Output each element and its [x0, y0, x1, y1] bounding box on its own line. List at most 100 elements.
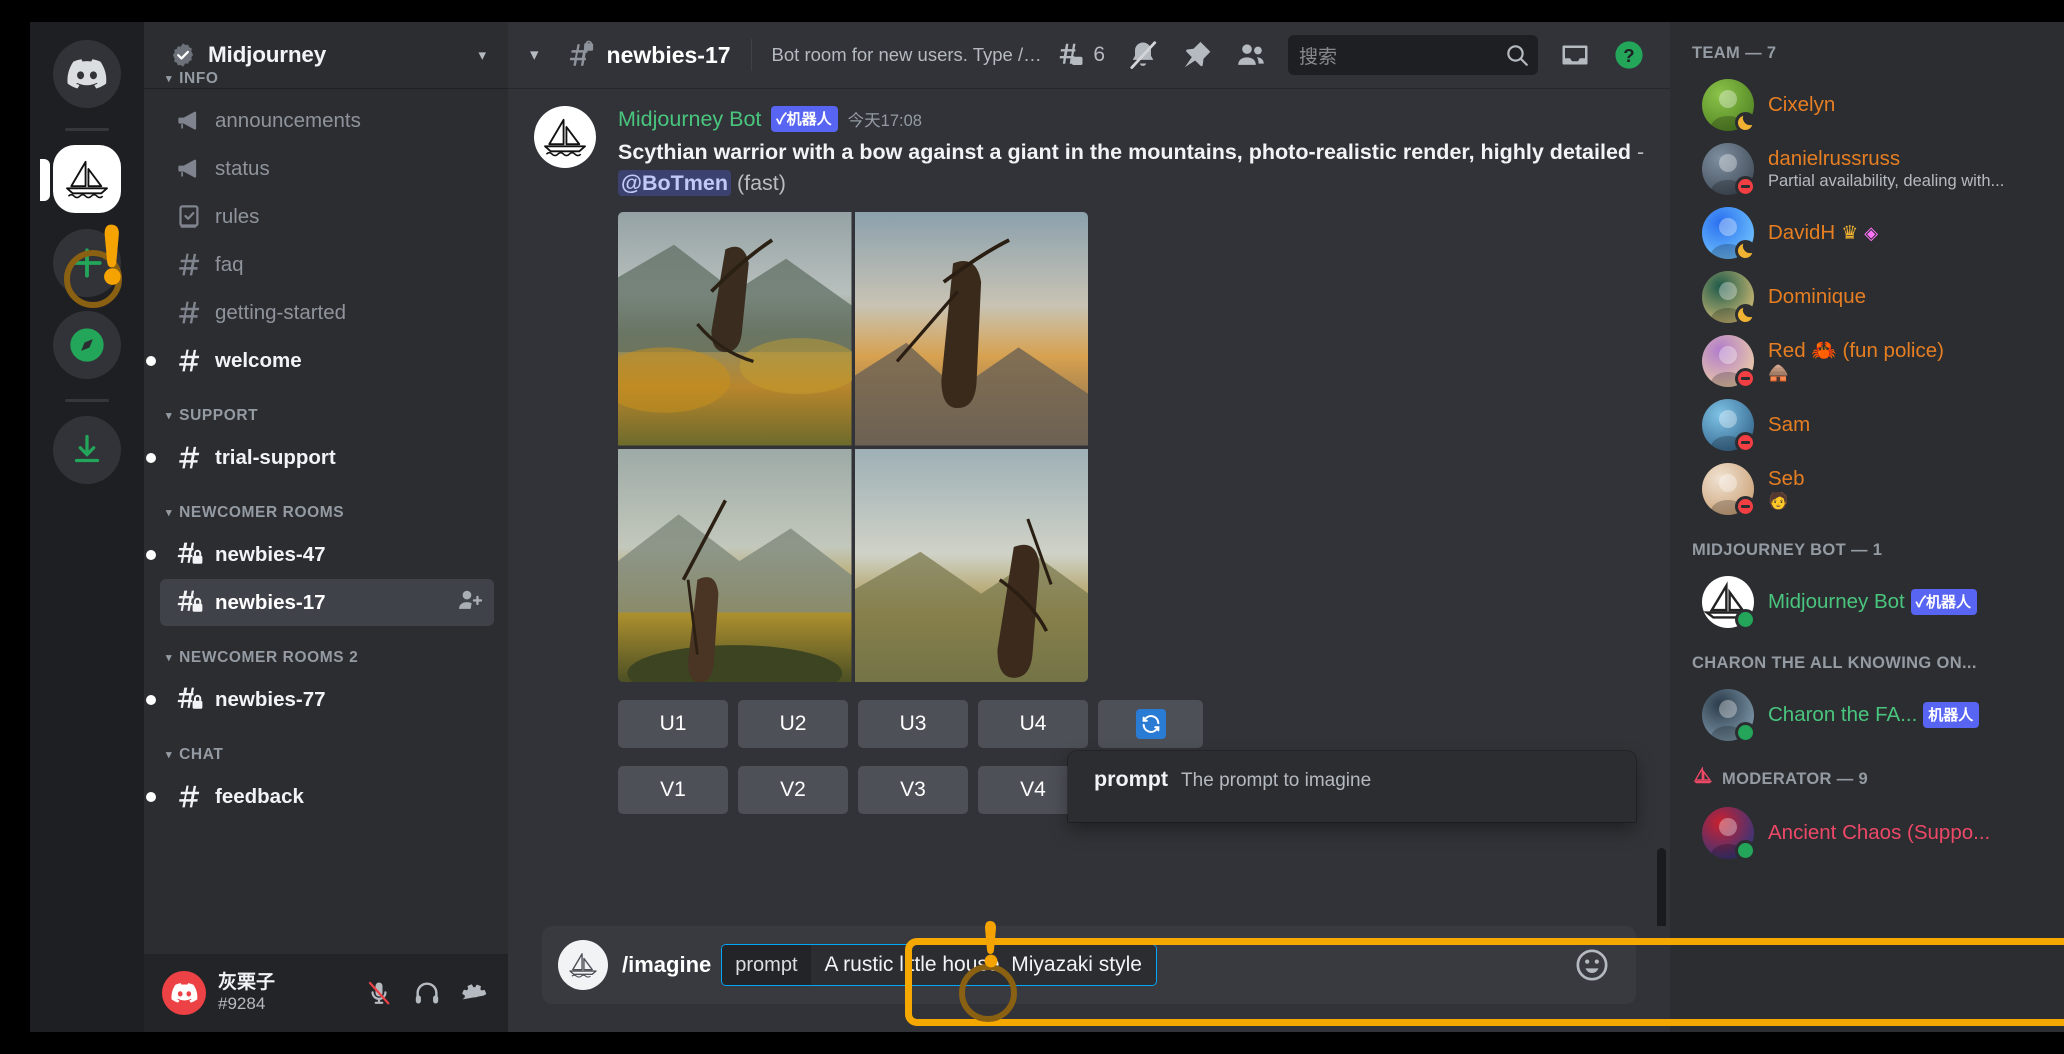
avatar[interactable] — [162, 971, 206, 1015]
member-list[interactable]: TEAM — 7 Cixelyn danielrussrussPartial ava… — [1670, 22, 2064, 1032]
avatar[interactable] — [1702, 207, 1754, 259]
member-texts: Midjourney Bot✓机器人 — [1768, 589, 2042, 615]
member-texts: Ancient Chaos (Suppo... — [1768, 821, 2042, 845]
avatar[interactable] — [1702, 143, 1754, 195]
generated-image-2[interactable] — [855, 212, 1089, 446]
slash-command-chip[interactable]: /imagine prompt A rustic little house, M… — [622, 944, 1157, 986]
member-row[interactable]: Dominique — [1680, 265, 2054, 329]
member-row[interactable]: danielrussrussPartial availability, deal… — [1680, 137, 2054, 201]
search-icon — [1504, 42, 1530, 68]
member-texts: Cixelyn — [1768, 93, 2042, 117]
reroll-button[interactable] — [1098, 700, 1203, 748]
message-scrollbar[interactable] — [1657, 848, 1666, 926]
member-list-button[interactable] — [1224, 33, 1278, 77]
server-rail-item-dm-home[interactable] — [53, 40, 121, 108]
member-row[interactable]: DavidH♛◈ — [1680, 201, 2054, 265]
refresh-icon — [1136, 709, 1166, 739]
channel-category-newcomer-rooms[interactable]: ▾NEWCOMER ROOMS — [144, 482, 508, 530]
avatar[interactable] — [1702, 399, 1754, 451]
member-category-label: TEAM — 7 — [1692, 44, 1776, 63]
generated-image-3[interactable] — [618, 449, 852, 683]
message-list[interactable]: Midjourney Bot ✓机器人 今天17:08 Scythian war… — [508, 88, 1670, 926]
channel-category-support[interactable]: ▾SUPPORT — [144, 385, 508, 433]
sidebar-item-newbies-77[interactable]: newbies-77 — [160, 676, 494, 723]
member-name-text: Sam — [1768, 413, 1810, 437]
sidebar-item-announcements[interactable]: announcements — [160, 97, 494, 144]
search-input[interactable]: 搜索 — [1288, 35, 1538, 75]
generated-image-1[interactable] — [618, 212, 852, 446]
mention[interactable]: @BoTmen — [618, 170, 731, 196]
notification-settings-button[interactable] — [1116, 33, 1170, 77]
member-name: Sam — [1768, 413, 2042, 437]
upscale-button-u2[interactable]: U2 — [738, 700, 848, 748]
channel-category-chat[interactable]: ▾CHAT — [144, 724, 508, 772]
avatar[interactable] — [1702, 463, 1754, 515]
member-row[interactable]: Sam — [1680, 393, 2054, 457]
avatar[interactable] — [1702, 271, 1754, 323]
sidebar-item-newbies-47[interactable]: newbies-47 — [160, 531, 494, 578]
upscale-button-u1[interactable]: U1 — [618, 700, 728, 748]
member-name: Dominique — [1768, 285, 2042, 309]
hash-icon — [175, 443, 204, 472]
channel-list[interactable]: ▾INFOannouncementsstatusrulesfaqgetting-… — [144, 66, 508, 954]
upscale-button-u4[interactable]: U4 — [978, 700, 1088, 748]
member-texts: Seb🧑 — [1768, 467, 2042, 511]
slash-command-name: /imagine — [622, 952, 711, 978]
avatar[interactable] — [1702, 335, 1754, 387]
hash-lock-icon — [174, 684, 205, 715]
generated-image-4[interactable] — [855, 449, 1089, 683]
argument-value[interactable]: A rustic little house, Miyazaki style — [811, 945, 1156, 985]
server-rail-item-download[interactable] — [53, 416, 121, 484]
variation-button-v3[interactable]: V3 — [858, 766, 968, 814]
help-button[interactable]: ? — [1602, 33, 1656, 77]
generated-image-grid[interactable] — [618, 212, 1088, 682]
member-row[interactable]: Red 🦀 (fun police)🛖 — [1680, 329, 2054, 393]
attach-button[interactable] — [558, 940, 608, 990]
argument-key: prompt — [722, 945, 810, 985]
command-argument-chip[interactable]: prompt A rustic little house, Miyazaki s… — [721, 944, 1157, 986]
chevron-down-icon[interactable]: ▾ — [530, 45, 539, 65]
deafen-button[interactable] — [406, 972, 448, 1014]
avatar[interactable] — [1702, 79, 1754, 131]
channel-category-newcomer-rooms-2[interactable]: ▾NEWCOMER ROOMS 2 — [144, 627, 508, 675]
member-name: Midjourney Bot✓机器人 — [1768, 589, 2042, 615]
sidebar-item-newbies-17[interactable]: newbies-17 — [160, 579, 494, 626]
sidebar-item-feedback[interactable]: feedback — [160, 773, 494, 820]
server-rail-item-midjourney[interactable] — [53, 145, 121, 213]
member-row[interactable]: Charon the FA...机器人 — [1680, 683, 2054, 747]
emoji-picker-button[interactable] — [1570, 943, 1614, 987]
mute-microphone-button[interactable] — [358, 972, 400, 1014]
sidebar-item-status[interactable]: status — [160, 145, 494, 192]
message-composer[interactable]: /imagine prompt A rustic little house, M… — [542, 926, 1636, 1004]
sidebar-item-trial-support[interactable]: trial-support — [160, 434, 494, 481]
member-row[interactable]: Seb🧑 — [1680, 457, 2054, 521]
threads-button[interactable]: 6 — [1044, 33, 1116, 77]
channel-topic[interactable]: Bot room for new users. Type /imagine th… — [772, 44, 1045, 66]
avatar[interactable] — [1702, 807, 1754, 859]
variation-button-v2[interactable]: V2 — [738, 766, 848, 814]
avatar[interactable] — [1702, 689, 1754, 741]
member-row[interactable]: Ancient Chaos (Suppo... — [1680, 801, 2054, 865]
message-content: Scythian warrior with a bow against a gi… — [618, 137, 1648, 198]
sidebar-item-getting-started[interactable]: getting-started — [160, 289, 494, 336]
sidebar-item-faq[interactable]: faq — [160, 241, 494, 288]
variation-button-v1[interactable]: V1 — [618, 766, 728, 814]
channel-category-info[interactable]: ▾INFO — [144, 66, 508, 96]
create-invite-icon[interactable] — [456, 586, 484, 620]
member-row[interactable]: Cixelyn — [1680, 73, 2054, 137]
server-rail-item-explore[interactable] — [53, 311, 121, 379]
hash-icon — [174, 249, 205, 280]
inbox-button[interactable] — [1548, 33, 1602, 77]
avatar[interactable] — [534, 106, 596, 168]
user-settings-button[interactable] — [454, 972, 496, 1014]
message-author[interactable]: Midjourney Bot — [618, 107, 761, 132]
chevron-down-icon[interactable]: ▾ — [478, 46, 486, 64]
upscale-button-u3[interactable]: U3 — [858, 700, 968, 748]
chevron-down-icon: ▾ — [166, 411, 172, 422]
server-rail-item-add-server[interactable] — [53, 229, 121, 297]
avatar[interactable] — [1702, 576, 1754, 628]
sidebar-item-rules[interactable]: rules — [160, 193, 494, 240]
sidebar-item-welcome[interactable]: welcome — [160, 337, 494, 384]
pinned-messages-button[interactable] — [1170, 33, 1224, 77]
member-row[interactable]: Midjourney Bot✓机器人 — [1680, 570, 2054, 634]
